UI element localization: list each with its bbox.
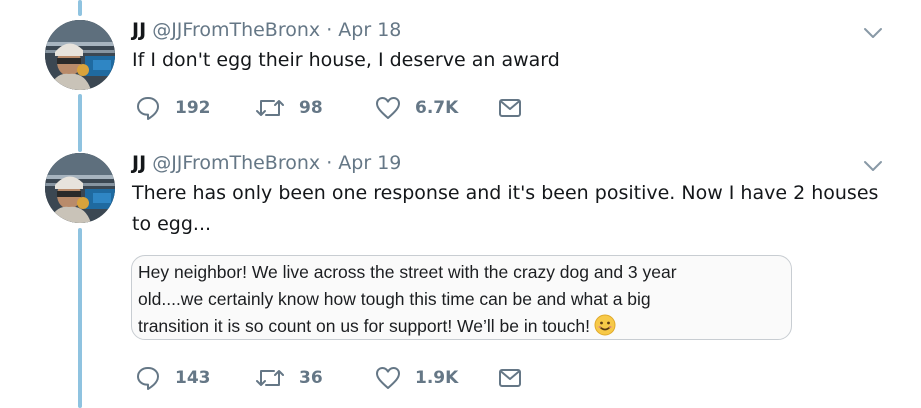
user-handle[interactable]: @JJFromTheBronx (152, 19, 320, 41)
separator: · (326, 19, 333, 41)
display-name[interactable]: JJ (132, 152, 146, 174)
thread-line-top (78, 0, 82, 16)
display-name[interactable]: JJ (132, 19, 146, 41)
tweet-header: JJ @JJFromTheBronx · Apr 19 (132, 151, 401, 175)
screenshot-text-line: transition it is so count on us for supp… (138, 313, 616, 339)
thread-line-middle (78, 94, 82, 152)
retweet-icon (255, 365, 285, 391)
tweet-date[interactable]: Apr 19 (338, 152, 401, 174)
user-handle[interactable]: @JJFromTheBronx (152, 152, 320, 174)
like-button[interactable]: 1.9K (375, 365, 458, 391)
reply-button[interactable]: 192 (135, 95, 211, 121)
thread-line-bottom (78, 228, 82, 408)
retweet-count: 36 (299, 368, 323, 388)
avatar[interactable] (45, 20, 115, 90)
chevron-down-icon[interactable] (862, 22, 884, 44)
avatar[interactable] (45, 153, 115, 223)
chevron-down-icon[interactable] (862, 155, 884, 177)
reply-icon (135, 95, 161, 121)
message-icon (498, 95, 522, 121)
smiling-face-emoji-icon (594, 314, 616, 336)
direct-message-button[interactable] (498, 95, 522, 121)
like-button[interactable]: 6.7K (375, 95, 458, 121)
reply-count: 143 (175, 368, 211, 388)
heart-icon (375, 365, 401, 391)
direct-message-button[interactable] (498, 365, 522, 391)
reply-button[interactable]: 143 (135, 365, 211, 391)
tweet-text: There has only been one response and it'… (132, 182, 879, 235)
screenshot-text-line: Hey neighbor! We live across the street … (138, 262, 677, 282)
like-count: 1.9K (415, 368, 459, 388)
screenshot-text-line: old....we certainly know how tough this … (138, 289, 651, 309)
reply-icon (135, 365, 161, 391)
like-count: 6.7K (415, 98, 459, 118)
retweet-icon (255, 95, 285, 121)
message-icon (498, 365, 522, 391)
tweet-header: JJ @JJFromTheBronx · Apr 18 (132, 18, 401, 42)
separator: · (326, 152, 333, 174)
heart-icon (375, 95, 401, 121)
screenshot-text: transition it is so count on us for supp… (138, 316, 590, 336)
tweet-date[interactable]: Apr 18 (338, 19, 401, 41)
retweet-button[interactable]: 98 (255, 95, 323, 121)
tweet-text: If I don't egg their house, I deserve an… (132, 49, 560, 71)
attached-screenshot[interactable]: Hey neighbor! We live across the street … (131, 255, 792, 340)
retweet-count: 98 (299, 98, 323, 118)
reply-count: 192 (175, 98, 211, 118)
retweet-button[interactable]: 36 (255, 365, 323, 391)
